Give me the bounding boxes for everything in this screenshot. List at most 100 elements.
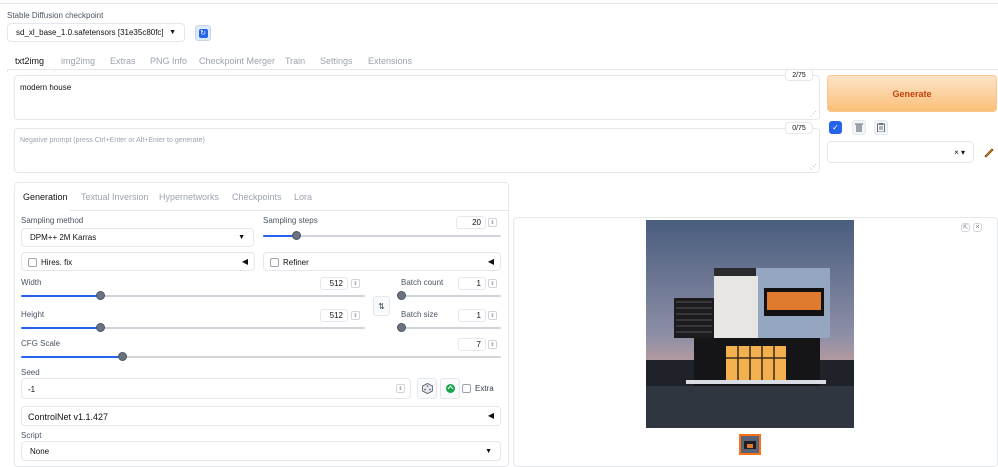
spinner-icon[interactable]: ⇕ bbox=[488, 340, 497, 349]
sampling-method-label: Sampling method bbox=[21, 216, 84, 225]
tab-img2img[interactable]: img2img bbox=[61, 56, 95, 66]
batch-size-slider[interactable] bbox=[401, 327, 501, 329]
tab-txt2img[interactable]: txt2img bbox=[15, 56, 44, 66]
cfg-scale-label: CFG Scale bbox=[21, 339, 61, 348]
checkpoint-value: sd_xl_base_1.0.safetensors [31e35c80fc] bbox=[16, 28, 164, 37]
top-border bbox=[0, 0, 998, 4]
resize-handle-icon[interactable]: ⋰ bbox=[810, 163, 817, 171]
height-slider[interactable] bbox=[21, 327, 365, 329]
gallery-thumbnail[interactable] bbox=[739, 434, 761, 455]
sampling-method-value: DPM++ 2M Karras bbox=[30, 233, 97, 242]
slider-fill bbox=[21, 295, 101, 297]
pencil-icon bbox=[983, 148, 994, 158]
tab-lora[interactable]: Lora bbox=[294, 192, 312, 202]
cfg-scale-slider[interactable] bbox=[21, 356, 501, 358]
tab-checkpoints[interactable]: Checkpoints bbox=[232, 192, 282, 202]
slider-fill bbox=[21, 327, 101, 329]
chevron-down-icon: ▼ bbox=[485, 447, 492, 455]
tab-extras[interactable]: Extras bbox=[110, 56, 136, 66]
sampling-steps-input[interactable]: 20 bbox=[456, 216, 486, 229]
close-icon[interactable]: × bbox=[973, 223, 982, 232]
tab-generation[interactable]: Generation bbox=[23, 192, 68, 202]
chevron-down-icon: ▼ bbox=[238, 234, 245, 241]
width-label: Width bbox=[21, 278, 42, 287]
dice-icon bbox=[421, 383, 433, 394]
refiner-accordion[interactable]: Refiner ◀ bbox=[263, 252, 501, 271]
slider-fill bbox=[263, 235, 297, 237]
refresh-checkpoint-button[interactable]: ↻ bbox=[195, 25, 211, 41]
width-input[interactable]: 512 bbox=[320, 277, 348, 290]
negative-prompt-textarea[interactable]: Negative prompt (press Ctrl+Enter or Alt… bbox=[14, 128, 820, 173]
random-seed-button[interactable] bbox=[417, 378, 437, 399]
paste-styles-button[interactable] bbox=[874, 120, 888, 135]
sampling-method-select[interactable]: DPM++ 2M Karras ▼ bbox=[21, 228, 254, 247]
script-value: None bbox=[30, 446, 50, 456]
spinner-icon[interactable]: ⇕ bbox=[351, 279, 360, 288]
seed-label: Seed bbox=[21, 368, 40, 377]
batch-count-label: Batch count bbox=[401, 278, 444, 287]
tab-settings[interactable]: Settings bbox=[320, 56, 353, 66]
chevron-down-icon: ▼ bbox=[169, 29, 176, 36]
tab-checkpoint-merger[interactable]: Checkpoint Merger bbox=[199, 56, 275, 66]
sub-tab-border bbox=[70, 210, 509, 211]
refiner-label: Refiner bbox=[283, 258, 309, 267]
apply-styles-button[interactable]: ✓ bbox=[829, 121, 842, 134]
reuse-seed-button[interactable] bbox=[440, 378, 460, 399]
tab-textual-inversion[interactable]: Textual Inversion bbox=[81, 192, 149, 202]
spinner-icon[interactable]: ⇕ bbox=[488, 218, 497, 227]
checkpoint-select[interactable]: sd_xl_base_1.0.safetensors [31e35c80fc] … bbox=[7, 23, 185, 42]
generate-button[interactable]: Generate bbox=[827, 75, 997, 112]
negative-token-counter: 0/75 bbox=[785, 122, 813, 134]
styles-select[interactable]: × ▾ bbox=[827, 141, 974, 163]
swap-icon: ⇅ bbox=[378, 301, 385, 311]
spinner-icon[interactable]: ⇕ bbox=[396, 384, 405, 393]
seed-value: -1 bbox=[28, 385, 36, 394]
hires-fix-checkbox[interactable] bbox=[28, 258, 37, 267]
fullscreen-icon[interactable]: ⇱ bbox=[961, 223, 970, 232]
clipboard-icon bbox=[877, 123, 885, 132]
resize-handle-icon[interactable]: ⋰ bbox=[810, 110, 817, 118]
batch-count-slider[interactable] bbox=[401, 295, 501, 297]
spinner-icon[interactable]: ⇕ bbox=[488, 311, 497, 320]
checkpoint-label: Stable Diffusion checkpoint bbox=[7, 11, 104, 20]
clear-and-chevron-icon[interactable]: × ▾ bbox=[954, 148, 965, 157]
script-select[interactable]: None ▼ bbox=[21, 441, 501, 461]
width-slider[interactable] bbox=[21, 295, 365, 297]
controlnet-accordion[interactable]: ControlNet v1.1.427 ◀ bbox=[21, 406, 501, 426]
batch-count-input[interactable]: 1 bbox=[458, 277, 486, 290]
batch-size-label: Batch size bbox=[401, 310, 438, 319]
refiner-checkbox[interactable] bbox=[270, 258, 279, 267]
controlnet-label: ControlNet v1.1.427 bbox=[28, 412, 109, 422]
tab-extensions[interactable]: Extensions bbox=[368, 56, 412, 66]
seed-input[interactable]: -1 ⇕ bbox=[21, 378, 411, 399]
cfg-scale-input[interactable]: 7 bbox=[458, 338, 486, 351]
extra-label: Extra bbox=[475, 384, 494, 393]
collapse-triangle-icon[interactable]: ◀ bbox=[488, 411, 494, 420]
clear-prompt-button[interactable] bbox=[852, 120, 866, 135]
spinner-icon[interactable]: ⇕ bbox=[488, 279, 497, 288]
hires-fix-label: Hires. fix bbox=[41, 258, 73, 267]
tab-png-info[interactable]: PNG Info bbox=[150, 56, 187, 66]
generated-image[interactable] bbox=[646, 220, 854, 428]
batch-size-input[interactable]: 1 bbox=[458, 309, 486, 322]
tab-bar-border bbox=[53, 69, 998, 70]
extra-seed-checkbox[interactable] bbox=[462, 384, 471, 393]
collapse-triangle-icon[interactable]: ◀ bbox=[242, 257, 248, 266]
tab-hypernetworks[interactable]: Hypernetworks bbox=[159, 192, 219, 202]
slider-thumb[interactable] bbox=[397, 291, 406, 300]
tab-train[interactable]: Train bbox=[285, 56, 305, 66]
prompt-text: modern house bbox=[20, 83, 72, 92]
height-input[interactable]: 512 bbox=[320, 309, 348, 322]
prompt-textarea[interactable]: modern house ⋰ bbox=[14, 75, 820, 120]
slider-thumb[interactable] bbox=[117, 352, 127, 361]
sampling-steps-label: Sampling steps bbox=[263, 216, 318, 225]
recycle-icon bbox=[445, 384, 455, 393]
collapse-triangle-icon[interactable]: ◀ bbox=[488, 257, 494, 266]
edit-styles-button[interactable] bbox=[980, 143, 997, 161]
spinner-icon[interactable]: ⇕ bbox=[351, 311, 360, 320]
prompt-token-counter: 2/75 bbox=[785, 69, 813, 81]
swap-dimensions-button[interactable]: ⇅ bbox=[373, 296, 390, 316]
hires-fix-accordion[interactable]: Hires. fix ◀ bbox=[21, 252, 255, 271]
trash-icon bbox=[855, 123, 863, 132]
slider-thumb[interactable] bbox=[397, 323, 406, 332]
